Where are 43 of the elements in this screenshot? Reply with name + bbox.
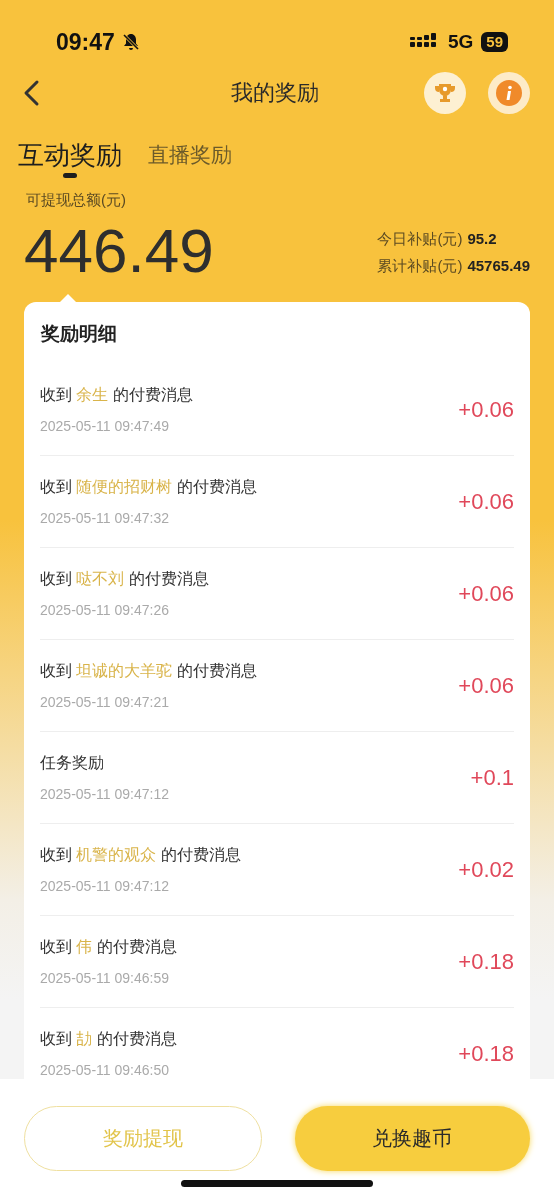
reward-amount: +0.06 [458,672,514,699]
reward-description: 收到 伟 的付费消息 [40,936,178,957]
bell-muted-icon [120,32,141,52]
stat-value: 95.2 [467,230,497,247]
reward-description: 收到 坦诚的大羊驼 的付费消息 [40,660,258,681]
reward-description: 收到 机警的观众 的付费消息 [40,844,242,865]
reward-amount: +0.06 [458,396,514,423]
reward-time: 2025-05-11 09:47:32 [40,508,170,527]
reward-time: 2025-05-11 09:46:50 [40,1060,170,1079]
network-label: 5G [447,31,474,53]
reward-time: 2025-05-11 09:47:26 [40,600,170,619]
balance-amount: 446.49 [24,218,215,284]
stat-label: 今日补贴(元) [377,230,463,249]
reward-description: 任务奖励 [40,752,105,773]
reward-amount: +0.18 [458,948,514,975]
reward-description: 收到 劼 的付费消息 [40,1028,178,1049]
stat-value: 45765.49 [467,257,530,274]
reward-description: 收到 余生 的付费消息 [40,384,194,405]
reward-time: 2025-05-11 09:47:21 [40,692,170,711]
info-button[interactable] [488,72,530,114]
tab[interactable]: 互动奖励 [18,140,122,178]
reward-time: 2025-05-11 09:46:59 [40,968,170,987]
page-title: 我的奖励 [231,79,319,107]
tab[interactable]: 直播奖励 [148,140,232,170]
reward-amount: +0.06 [458,488,514,515]
section-title: 奖励明细 [40,322,118,346]
clock-time: 09:47 [56,28,115,56]
reward-description: 收到 随便的招财树 的付费消息 [40,476,258,497]
trophy-icon [433,81,457,105]
battery-indicator: 59 [481,32,508,52]
reward-amount: +0.02 [458,856,514,883]
reward-amount: +0.06 [458,580,514,607]
stat-label: 累计补贴(元) [377,257,463,276]
exchange-button[interactable]: 兑换趣币 [294,1106,530,1171]
reward-time: 2025-05-11 09:47:12 [40,784,170,803]
reward-amount: +0.1 [470,764,514,791]
balance-label: 可提现总额(元) [26,191,127,210]
trophy-button[interactable] [424,72,466,114]
reward-time: 2025-05-11 09:47:49 [40,416,170,435]
info-icon [496,80,522,106]
reward-description: 收到 哒不刘 的付费消息 [40,568,210,589]
reward-time: 2025-05-11 09:47:12 [40,876,170,895]
reward-amount: +0.18 [458,1040,514,1067]
